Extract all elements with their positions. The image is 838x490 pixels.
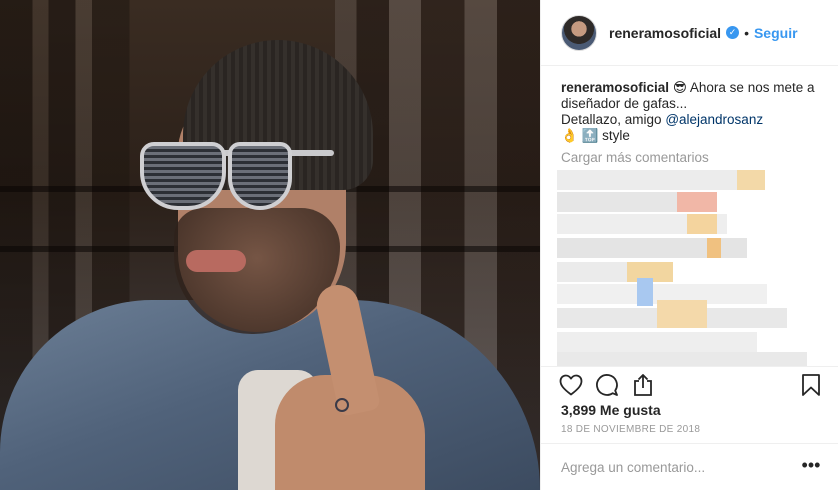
sunglasses-lens-left	[140, 142, 226, 210]
sunglasses-lens-right	[228, 142, 292, 210]
follow-button[interactable]: Seguir	[754, 25, 798, 41]
finger-tattoo	[335, 398, 349, 412]
heart-icon[interactable]	[557, 371, 585, 399]
bookmark-icon[interactable]	[797, 371, 825, 399]
likes-count[interactable]: 3,899 Me gusta	[561, 402, 661, 418]
pixelated-block	[557, 170, 757, 190]
post-actions-bar	[541, 366, 838, 400]
verified-badge-icon: ✓	[726, 26, 740, 39]
post-header: reneramosoficial ✓ • Seguir	[541, 0, 838, 66]
caption-mention-link[interactable]: @alejandrosanz	[665, 112, 763, 127]
lips	[186, 250, 246, 272]
pixelated-block	[677, 192, 717, 212]
pixelated-block	[737, 170, 765, 190]
post-photo[interactable]	[0, 0, 540, 490]
caption: reneramosoficial 😎 Ahora se nos mete a d…	[561, 80, 831, 144]
caption-line3-emojis: 👌 🔝	[561, 128, 599, 143]
avatar[interactable]	[561, 14, 597, 51]
pixelated-block	[687, 214, 717, 234]
header-username[interactable]: reneramosoficial	[609, 25, 721, 41]
share-icon[interactable]	[629, 371, 657, 399]
header-separator: •	[744, 24, 749, 41]
add-comment-bar: •••	[541, 443, 838, 490]
caption-emoji: 😎	[672, 80, 687, 95]
pixelated-block	[557, 352, 807, 366]
pixelated-block	[637, 278, 653, 306]
caption-username[interactable]: reneramosoficial	[561, 80, 669, 95]
comment-bubble-icon[interactable]	[593, 371, 621, 399]
post-date[interactable]: 18 DE NOVIEMBRE DE 2018	[561, 424, 700, 435]
more-options-icon[interactable]: •••	[799, 456, 823, 478]
pixelated-comments	[557, 166, 831, 366]
load-more-comments-button[interactable]: Cargar más comentarios	[561, 150, 709, 165]
pixelated-block	[657, 300, 707, 328]
pixelated-block	[557, 332, 757, 352]
post-side-panel: reneramosoficial ✓ • Seguir reneramosofi…	[540, 0, 838, 490]
comment-input[interactable]	[561, 456, 781, 478]
caption-line3-text: style	[602, 128, 630, 143]
caption-line2-prefix: Detallazo, amigo	[561, 112, 666, 127]
pixelated-block	[707, 238, 721, 258]
